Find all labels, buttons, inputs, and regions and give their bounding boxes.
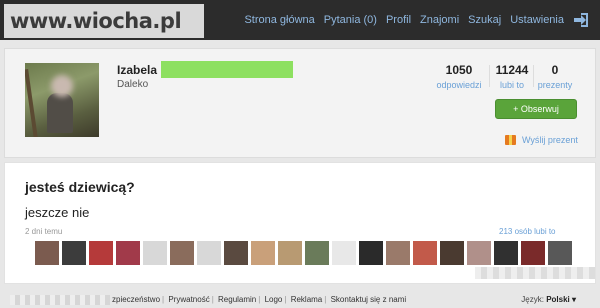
nav-friends[interactable]: Znajomi: [420, 14, 459, 26]
avatar[interactable]: [197, 241, 221, 265]
answer-text: jeszcze nie: [25, 205, 90, 220]
censor-block: [161, 61, 294, 78]
stat-gifts-label: prezenty: [537, 80, 573, 90]
footer: zpieczeństwo | Prywatność | Regulamin | Log…: [0, 292, 600, 308]
watermark: www.wiocha.pl: [4, 4, 204, 38]
stat-likes-value: 11244: [495, 63, 529, 77]
profile-location: Daleko: [117, 79, 149, 90]
stat-gifts[interactable]: 0 prezenty: [535, 63, 575, 90]
stat-likes-label: lubi to: [499, 80, 525, 90]
profile-photo[interactable]: [25, 63, 99, 137]
profile-name[interactable]: Izabela: [117, 61, 294, 78]
footer-link-terms[interactable]: Regulamin: [218, 295, 256, 304]
avatar[interactable]: [143, 241, 167, 265]
avatar[interactable]: [548, 241, 572, 265]
language-selector[interactable]: Język: Polski ▾: [521, 295, 576, 304]
avatar[interactable]: [224, 241, 248, 265]
footer-link-contact[interactable]: Skontaktuj się z nami: [331, 295, 407, 304]
avatar[interactable]: [251, 241, 275, 265]
send-gift-link[interactable]: Wyślij prezent: [505, 135, 578, 145]
stat-gifts-value: 0: [551, 63, 559, 77]
nav-settings[interactable]: Ustawienia: [510, 14, 564, 26]
censor-block: [475, 267, 595, 279]
avatar[interactable]: [62, 241, 86, 265]
stat-answers-value: 1050: [445, 63, 473, 77]
avatar[interactable]: [386, 241, 410, 265]
question-text[interactable]: jesteś dziewicą?: [25, 179, 135, 195]
avatar[interactable]: [494, 241, 518, 265]
profile-name-text: Izabela: [117, 62, 158, 77]
main-nav: Strona główna Pytania (0) Profil Znajomi…: [235, 0, 588, 40]
stat-likes[interactable]: 11244 lubi to: [493, 63, 531, 90]
language-label: Język:: [521, 295, 544, 304]
avatar[interactable]: [170, 241, 194, 265]
censor-block: [10, 295, 110, 305]
nav-home[interactable]: Strona główna: [244, 14, 314, 26]
footer-links: zpieczeństwo | Prywatność | Regulamin | Log…: [112, 295, 407, 304]
avatar[interactable]: [332, 241, 356, 265]
avatar[interactable]: [116, 241, 140, 265]
nav-profile[interactable]: Profil: [386, 14, 411, 26]
language-value: Polski ▾: [546, 295, 576, 304]
likes-count[interactable]: 213 osób lubi to: [499, 227, 556, 236]
gift-icon: [505, 135, 516, 145]
likers-avatars: [35, 241, 572, 265]
footer-link-logo[interactable]: Logo: [265, 295, 283, 304]
avatar[interactable]: [305, 241, 329, 265]
question-card: jesteś dziewicą? jeszcze nie 2 dni temu …: [4, 162, 596, 284]
stat-answers[interactable]: 1050 odpowiedzi: [431, 63, 487, 90]
avatar[interactable]: [359, 241, 383, 265]
logout-icon[interactable]: [574, 13, 588, 27]
nav-questions[interactable]: Pytania (0): [324, 14, 377, 26]
stat-answers-label: odpowiedzi: [436, 80, 482, 90]
footer-link-security[interactable]: zpieczeństwo: [112, 295, 160, 304]
avatar[interactable]: [413, 241, 437, 265]
send-gift-label: Wyślij prezent: [522, 135, 578, 145]
footer-link-ads[interactable]: Reklama: [291, 295, 323, 304]
follow-button[interactable]: + Obserwuj: [495, 99, 577, 119]
stat-divider: [533, 65, 534, 87]
avatar[interactable]: [467, 241, 491, 265]
footer-link-privacy[interactable]: Prywatność: [168, 295, 209, 304]
answer-time[interactable]: 2 dni temu: [25, 227, 62, 236]
avatar[interactable]: [521, 241, 545, 265]
profile-card: Izabela Daleko 1050 odpowiedzi 11244 lub…: [4, 48, 596, 158]
nav-search[interactable]: Szukaj: [468, 14, 501, 26]
avatar[interactable]: [278, 241, 302, 265]
avatar[interactable]: [89, 241, 113, 265]
avatar[interactable]: [440, 241, 464, 265]
stat-divider: [489, 65, 490, 87]
avatar[interactable]: [35, 241, 59, 265]
top-bar: www.wiocha.pl Strona główna Pytania (0) …: [0, 0, 600, 40]
